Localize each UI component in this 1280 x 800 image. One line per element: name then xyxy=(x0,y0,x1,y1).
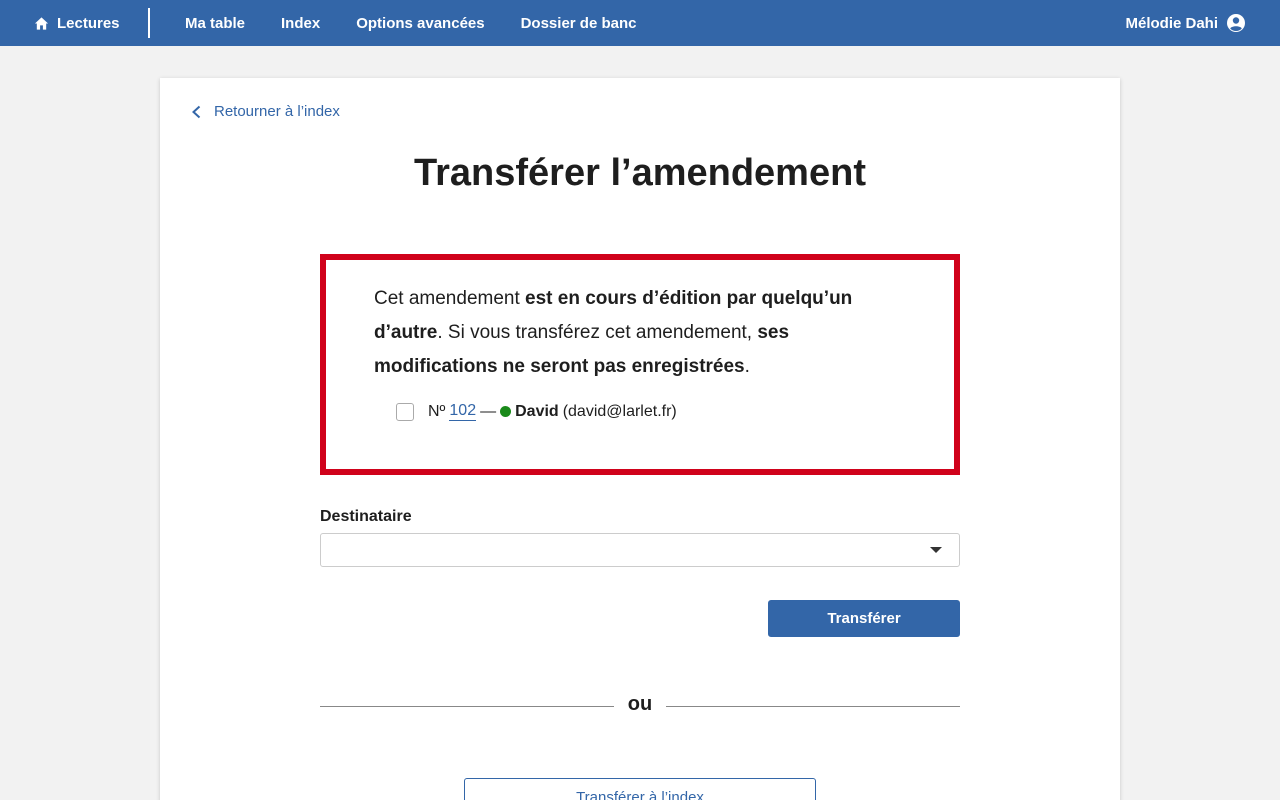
divider-or-label: ou xyxy=(627,693,653,715)
nav-separator xyxy=(148,8,150,38)
amendment-checkbox[interactable] xyxy=(396,402,414,421)
nav-home-link[interactable]: Lectures xyxy=(34,0,120,46)
warning-text-part-3: . xyxy=(744,356,750,377)
user-avatar-icon xyxy=(1227,14,1245,32)
home-icon xyxy=(34,16,49,30)
amendment-user-name: David xyxy=(515,402,559,420)
chevron-left-icon xyxy=(192,105,201,118)
edit-conflict-warning: Cet amendement est en cours d’édition pa… xyxy=(320,254,960,475)
nav-links: Ma table Index Options avancées Dossier … xyxy=(185,0,636,46)
back-link-label: Retourner à l’index xyxy=(214,103,340,120)
user-menu[interactable]: Mélodie Dahi xyxy=(1125,0,1246,46)
amendment-row: Nº 102 — David (david@larlet.fr) xyxy=(396,402,906,421)
back-to-index-link[interactable]: Retourner à l’index xyxy=(190,103,340,120)
transfer-to-index-button[interactable]: Transférer à l’index xyxy=(464,778,816,800)
top-navigation: Lectures Ma table Index Options avancées… xyxy=(0,0,1280,46)
page-title: Transférer l’amendement xyxy=(414,152,866,194)
nav-link-dossier-de-banc[interactable]: Dossier de banc xyxy=(521,15,637,32)
nav-link-ma-table[interactable]: Ma table xyxy=(185,15,245,32)
warning-text: Cet amendement est en cours d’édition pa… xyxy=(374,282,906,384)
divider-line-left xyxy=(320,706,614,707)
nav-link-index[interactable]: Index xyxy=(281,15,320,32)
nav-link-options-avancees[interactable]: Options avancées xyxy=(356,15,484,32)
destinataire-select[interactable] xyxy=(320,533,960,567)
nav-home-label: Lectures xyxy=(57,14,120,32)
divider-line-right xyxy=(666,706,960,707)
amendment-num-prefix: Nº xyxy=(428,402,446,420)
amendment-number-link[interactable]: 102 xyxy=(449,402,477,421)
amendment-dash: — xyxy=(480,402,497,420)
user-status-dot-icon xyxy=(500,406,512,417)
transfer-button[interactable]: Transférer xyxy=(768,600,960,637)
warning-text-part-2: . Si vous transférez cet amendement, xyxy=(437,322,758,343)
amendment-user-email: (david@larlet.fr) xyxy=(562,402,677,420)
user-name: Mélodie Dahi xyxy=(1125,14,1218,32)
caret-down-icon xyxy=(930,547,942,553)
warning-text-part-1: Cet amendement xyxy=(374,288,526,309)
destinataire-label: Destinataire xyxy=(320,508,412,525)
transfer-card: Retourner à l’index Transférer l’amendem… xyxy=(160,78,1120,800)
